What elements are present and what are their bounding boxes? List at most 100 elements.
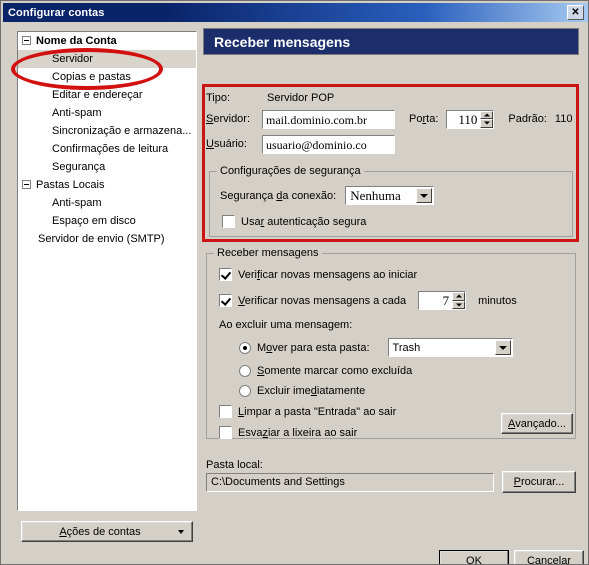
servidor-label: Servidor: bbox=[206, 113, 251, 125]
on-delete-label: Ao excluir uma mensagem: bbox=[219, 319, 353, 331]
spin-down-icon[interactable] bbox=[480, 119, 494, 128]
target-folder-value: Trash bbox=[392, 341, 421, 354]
sidebar-item-anti-spam[interactable]: Anti-spam bbox=[18, 104, 196, 122]
tipo-value: Servidor POP bbox=[267, 92, 335, 104]
title-bar: Configurar contas ✕ bbox=[3, 3, 588, 22]
secure-auth-label: Usar autenticação segura bbox=[241, 215, 367, 228]
chevron-down-icon[interactable] bbox=[416, 188, 433, 203]
sidebar-item-label: Editar e endereçar bbox=[52, 89, 143, 101]
radio-move-label: Mover para esta pasta: bbox=[257, 341, 370, 354]
radio-delete-immediately[interactable] bbox=[239, 385, 251, 397]
account-actions-label: Ações de contas bbox=[59, 525, 141, 538]
sidebar-item-nome-da-conta[interactable]: Nome da Conta bbox=[18, 32, 196, 50]
connection-security-select[interactable]: Nenhuma bbox=[345, 186, 435, 205]
check-on-start-row[interactable]: Verificar novas mensagens ao iniciar bbox=[219, 268, 575, 281]
porta-spin-arrows[interactable] bbox=[480, 110, 494, 128]
chevron-down-icon[interactable] bbox=[494, 340, 511, 355]
tipo-row: Tipo: Servidor POP bbox=[206, 89, 576, 107]
secure-auth-checkbox-row[interactable]: Usar autenticação segura bbox=[222, 215, 572, 228]
account-tree[interactable]: Nome da Conta Servidor Copias e pastas E… bbox=[17, 31, 197, 511]
radio-move-row[interactable]: Mover para esta pasta: Trash bbox=[239, 338, 575, 357]
check-interval-value: 7 bbox=[442, 293, 450, 308]
clean-inbox-checkbox[interactable] bbox=[219, 405, 232, 418]
sidebar-item-seguranca[interactable]: Segurança bbox=[18, 158, 196, 176]
spin-up-icon[interactable] bbox=[452, 292, 466, 301]
advanced-label: Avançado... bbox=[508, 417, 566, 430]
configure-accounts-dialog: Configurar contas ✕ Nome da Conta Servid… bbox=[0, 0, 589, 565]
window-title: Configurar contas bbox=[8, 6, 105, 19]
check-every-label: Verificar novas mensagens a cada bbox=[238, 294, 407, 307]
radio-delete-label: Excluir imediatamente bbox=[257, 385, 366, 397]
page-title: Receber mensagens bbox=[203, 28, 579, 55]
minutes-label: minutos bbox=[478, 294, 517, 307]
sidebar-item-editar-e-enderecar[interactable]: Editar e endereçar bbox=[18, 86, 196, 104]
target-folder-select[interactable]: Trash bbox=[387, 338, 513, 357]
connection-security-label: Segurança da conexão: bbox=[220, 189, 337, 202]
spin-down-icon[interactable] bbox=[452, 300, 466, 309]
cancel-button[interactable]: Cancelar bbox=[514, 550, 584, 564]
sidebar-item-pastas-locais[interactable]: Pastas Locais bbox=[18, 176, 196, 194]
sidebar-item-label: Confirmações de leitura bbox=[52, 143, 169, 155]
usuario-input[interactable]: usuario@dominio.co bbox=[262, 134, 395, 154]
clean-inbox-label: Limpar a pasta "Entrada" ao sair bbox=[238, 405, 397, 418]
usuario-label: Usuário: bbox=[206, 138, 247, 150]
sidebar-item-label: Espaço em disco bbox=[52, 215, 136, 227]
check-every-row[interactable]: Verificar novas mensagens a cada 7 minut… bbox=[219, 291, 575, 310]
porta-label: Porta: bbox=[409, 113, 439, 125]
interval-spin-arrows[interactable] bbox=[452, 292, 466, 309]
collapse-icon[interactable] bbox=[22, 35, 31, 45]
usuario-row: Usuário: usuario@dominio.co bbox=[206, 133, 576, 155]
radio-mark-label: Somente marcar como excluída bbox=[257, 365, 413, 377]
receive-group-title: Receber mensagens bbox=[214, 247, 322, 259]
receive-messages-group: Receber mensagens Verificar novas mensag… bbox=[206, 247, 576, 439]
sidebar-item-label: Anti-spam bbox=[52, 197, 102, 209]
porta-value: 110 bbox=[458, 111, 478, 127]
padrao-value: 110 bbox=[554, 113, 573, 125]
sidebar-item-label: Copias e pastas bbox=[52, 71, 131, 83]
dialog-body: Nome da Conta Servidor Copias e pastas E… bbox=[3, 23, 588, 564]
local-folder-input[interactable]: C:\Documents and Settings bbox=[206, 473, 494, 492]
chevron-down-icon bbox=[178, 529, 184, 534]
sidebar-item-copias-e-pastas[interactable]: Copias e pastas bbox=[18, 68, 196, 86]
check-interval-stepper[interactable]: 7 bbox=[418, 291, 467, 310]
sidebar-item-label: Nome da Conta bbox=[36, 35, 117, 47]
security-group-title: Configurações de segurança bbox=[217, 165, 364, 177]
sidebar-item-espaco-em-disco[interactable]: Espaço em disco bbox=[18, 212, 196, 230]
radio-move-to-folder[interactable] bbox=[239, 341, 251, 354]
check-every-checkbox[interactable] bbox=[219, 294, 232, 307]
account-actions-button[interactable]: Ações de contas bbox=[21, 521, 193, 542]
tipo-label: Tipo: bbox=[206, 92, 231, 104]
sidebar-item-sincronizacao-e-armazenamento[interactable]: Sincronização e armazena... bbox=[18, 122, 196, 140]
right-pane: Receber mensagens bbox=[203, 28, 581, 55]
porta-stepper[interactable]: 110 bbox=[446, 109, 495, 129]
sidebar-item-anti-spam-local[interactable]: Anti-spam bbox=[18, 194, 196, 212]
collapse-icon[interactable] bbox=[22, 179, 31, 189]
sidebar-item-label: Segurança bbox=[52, 161, 106, 173]
ok-button[interactable]: OK bbox=[439, 550, 509, 564]
sidebar-item-servidor[interactable]: Servidor bbox=[18, 50, 196, 68]
empty-trash-label: Esvaziar a lixeira ao sair bbox=[238, 426, 358, 439]
radio-mark-deleted[interactable] bbox=[239, 365, 251, 377]
local-folder-label: Pasta local: bbox=[206, 459, 263, 471]
check-on-start-checkbox[interactable] bbox=[219, 268, 232, 281]
browse-label: Procurar... bbox=[513, 476, 565, 488]
empty-trash-checkbox[interactable] bbox=[219, 426, 232, 439]
sidebar-item-label: Anti-spam bbox=[52, 107, 102, 119]
security-settings-group: Configurações de segurança Segurança da … bbox=[209, 165, 573, 237]
secure-auth-checkbox[interactable] bbox=[222, 215, 235, 228]
radio-delete-row[interactable]: Excluir imediatamente bbox=[239, 385, 575, 397]
check-on-start-label: Verificar novas mensagens ao iniciar bbox=[238, 268, 418, 281]
sidebar-item-servidor-de-envio-smtp[interactable]: Servidor de envio (SMTP) bbox=[18, 230, 196, 248]
servidor-row: Servidor: mail.dominio.com.br Porta: 110… bbox=[206, 108, 576, 130]
servidor-input[interactable]: mail.dominio.com.br bbox=[262, 109, 395, 129]
sidebar-item-confirmacoes-de-leitura[interactable]: Confirmações de leitura bbox=[18, 140, 196, 158]
sidebar-item-label: Servidor bbox=[52, 53, 93, 65]
browse-button[interactable]: Procurar... bbox=[502, 471, 576, 493]
advanced-button[interactable]: Avançado... bbox=[501, 413, 573, 434]
spin-up-icon[interactable] bbox=[480, 110, 494, 119]
close-icon[interactable]: ✕ bbox=[567, 5, 584, 20]
server-settings-block: Tipo: Servidor POP Servidor: mail.domini… bbox=[206, 89, 576, 158]
sidebar-item-label: Servidor de envio (SMTP) bbox=[38, 233, 165, 245]
connection-security-value: Nenhuma bbox=[350, 187, 401, 203]
radio-mark-row[interactable]: Somente marcar como excluída bbox=[239, 365, 575, 377]
